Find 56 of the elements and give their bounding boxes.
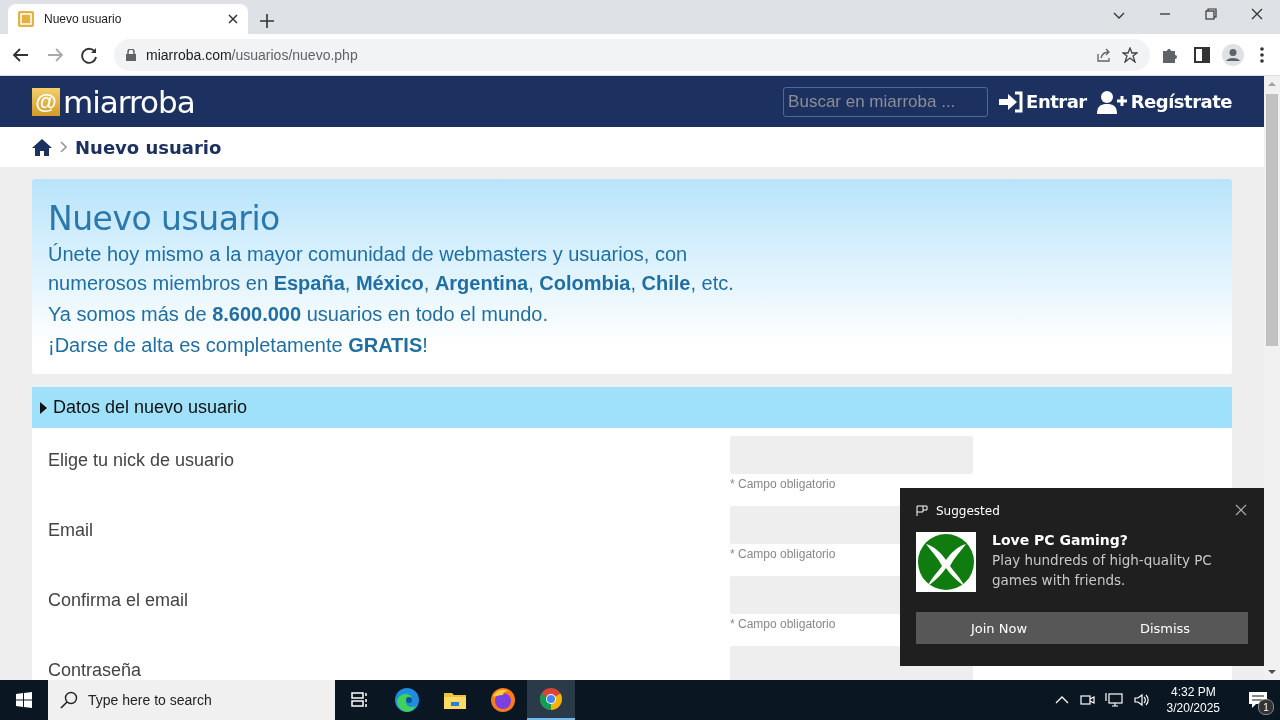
camera-icon[interactable] — [1078, 692, 1095, 708]
new-tab-icon[interactable] — [260, 14, 274, 28]
notification-count: 1 — [1258, 699, 1274, 715]
chevron-icon — [60, 141, 67, 153]
toast-button[interactable]: Join Now — [916, 612, 1082, 644]
chrome-icon[interactable] — [539, 687, 563, 711]
lock-icon — [126, 48, 136, 61]
search-field[interactable]: Buscar en miarroba ... — [783, 86, 989, 117]
field-label: Confirma el email — [48, 589, 190, 611]
toast-source: Suggested — [936, 504, 1000, 518]
windows-start-icon[interactable] — [16, 692, 32, 708]
intro-text: Ya somos más de 8.600.000 usuarios en todo el mundo. — [48, 302, 549, 327]
required-note: * Campo obligatorio — [730, 617, 836, 631]
intro-text: Únete hoy mismo a la mayor comunidad de webmasters y usuarios, con numerosos miembros en España, México, Argentina, Colombia, Chile, etc. — [48, 242, 735, 296]
field-label: Elige tu nick de usuario — [48, 449, 236, 471]
star-icon[interactable] — [1122, 46, 1138, 63]
caret-icon — [40, 401, 47, 414]
close-icon — [1235, 504, 1247, 516]
required-note: * Campo obligatorio — [730, 477, 836, 491]
close-icon[interactable] — [228, 14, 238, 24]
toast-button[interactable]: Dismiss — [1082, 612, 1248, 644]
game-logo-icon — [916, 532, 976, 592]
intro-text: ¡Darse de alta es completamente GRATIS! — [48, 333, 429, 358]
tiles-icon — [916, 505, 928, 517]
folder-icon[interactable] — [443, 690, 467, 710]
profile-icon[interactable] — [1222, 43, 1244, 66]
home-icon[interactable] — [32, 138, 52, 156]
section-title: Datos del nuevo usuario — [53, 397, 248, 418]
address-bar[interactable]: miarroba.com/usuarios/nuevo.php — [114, 38, 1150, 71]
share-icon[interactable] — [1096, 46, 1112, 63]
page-title: Nuevo usuario — [48, 199, 281, 238]
network-icon[interactable] — [1104, 692, 1123, 708]
toast-title: Love PC Gaming? — [992, 532, 1129, 548]
close-button[interactable] — [1234, 504, 1248, 518]
browser-tab[interactable]: Nuevo usuario — [8, 4, 248, 34]
volume-icon[interactable] — [1132, 692, 1151, 708]
required-note: * Campo obligatorio — [730, 547, 836, 561]
taskbar-search-field[interactable]: Type here to search — [48, 680, 335, 720]
sign-in-icon — [998, 90, 1025, 113]
toast-message: Play hundreds of high-quality PC games with friends. — [992, 551, 1213, 590]
edge-browser-icon[interactable] — [394, 687, 420, 713]
section-header[interactable]: Datos del nuevo usuario — [32, 387, 1232, 428]
chevron-up-icon[interactable] — [1054, 695, 1069, 705]
login-link[interactable]: Entrar — [998, 90, 1087, 113]
task-view-icon[interactable] — [349, 690, 369, 710]
field-label: Email — [48, 519, 94, 541]
clock[interactable]: 4:32 PM 3/20/2025 — [1160, 685, 1226, 715]
breadcrumb-current: Nuevo usuario — [75, 136, 222, 158]
search-icon — [60, 691, 78, 709]
scrollbar-thumb[interactable] — [1266, 94, 1278, 346]
register-link[interactable]: Regístrate — [1096, 89, 1232, 114]
site-favicon-icon — [18, 11, 34, 27]
user-plus-icon — [1096, 89, 1129, 114]
field-label: Contraseña — [48, 659, 143, 680]
logo-wordmark[interactable]: miarroba — [63, 83, 195, 120]
firefox-icon[interactable] — [490, 687, 516, 713]
